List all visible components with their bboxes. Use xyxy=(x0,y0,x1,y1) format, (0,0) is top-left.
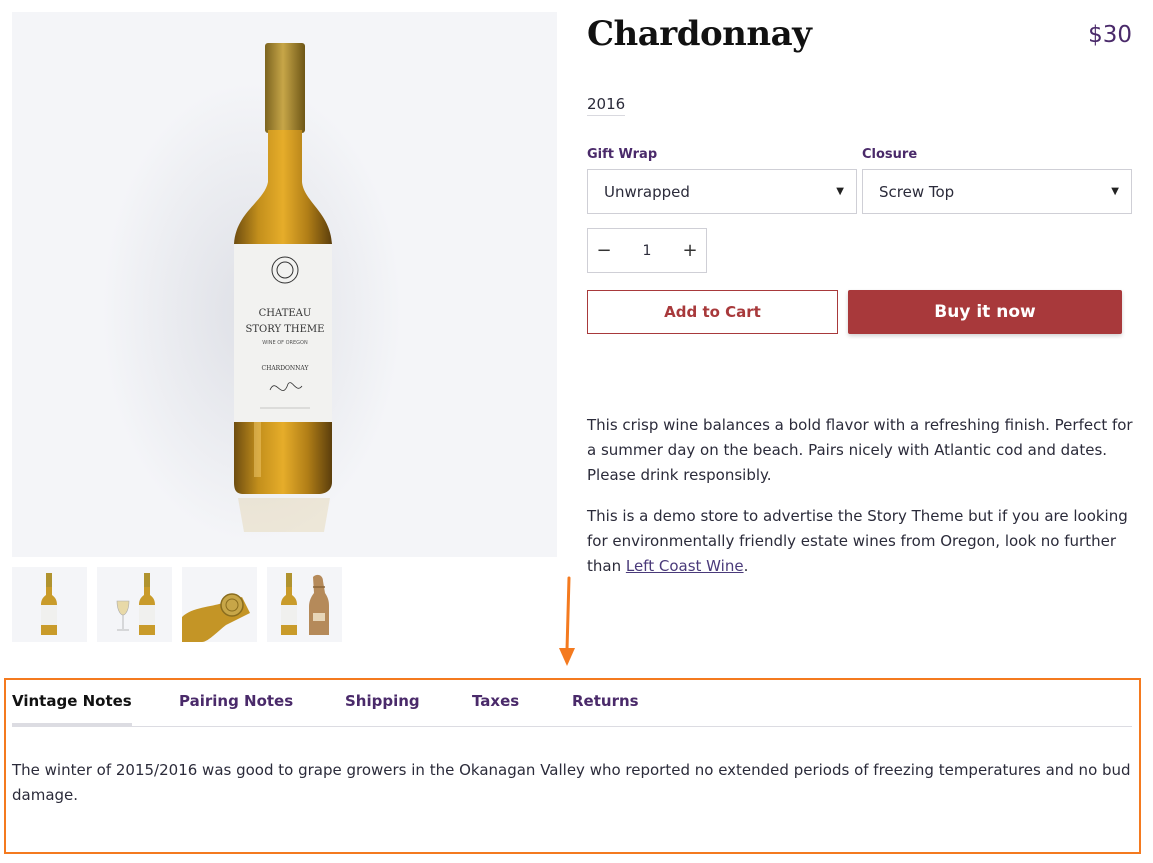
tab-pairing-notes[interactable]: Pairing Notes xyxy=(179,692,293,710)
thumbnail-bottle-with-wrap[interactable] xyxy=(267,567,342,642)
thumbnail-strip xyxy=(12,567,342,642)
gift-wrap-label: Gift Wrap xyxy=(587,147,658,162)
product-title: Chardonnay xyxy=(587,14,812,54)
buy-now-button[interactable]: Buy it now xyxy=(848,290,1122,334)
closure-value: Screw Top xyxy=(879,182,955,201)
bottle-top-thumbnail-icon xyxy=(182,593,250,642)
product-main-image[interactable]: CHATEAU STORY THEME WINE OF OREGON CHARD… xyxy=(12,12,557,557)
chevron-down-icon: ▼ xyxy=(1111,186,1119,197)
tab-returns[interactable]: Returns xyxy=(572,692,639,710)
minus-button[interactable]: − xyxy=(588,229,620,272)
tab-shipping[interactable]: Shipping xyxy=(345,692,420,710)
product-tabs: Vintage Notes Pairing Notes Shipping Tax… xyxy=(12,688,1132,727)
bottle-label-line3: WINE OF OREGON xyxy=(262,340,308,346)
bottle-glass-thumbnail-icon xyxy=(116,573,155,635)
gift-wrap-select[interactable]: Unwrapped ▼ xyxy=(587,169,857,214)
bottle-thumbnail-icon xyxy=(41,573,57,635)
annotation-arrow-icon xyxy=(559,576,575,666)
product-price: $30 xyxy=(1088,22,1132,48)
thumbnail-bottle-top[interactable] xyxy=(182,567,257,642)
quantity-input[interactable]: 1 xyxy=(620,229,674,272)
bottle-wrap-thumbnail-icon xyxy=(281,573,329,635)
description-paragraph-2: This is a demo store to advertise the St… xyxy=(587,504,1135,579)
quantity-stepper: − 1 + xyxy=(587,228,707,273)
tab-panel-text: The winter of 2015/2016 was good to grap… xyxy=(12,761,1131,804)
closure-select[interactable]: Screw Top ▼ xyxy=(862,169,1132,214)
thumbnail-bottle-with-glass[interactable] xyxy=(97,567,172,642)
tab-vintage-notes[interactable]: Vintage Notes xyxy=(12,692,132,710)
description-paragraph-1: This crisp wine balances a bold flavor w… xyxy=(587,416,1133,484)
description-period: . xyxy=(743,557,749,575)
add-to-cart-button[interactable]: Add to Cart xyxy=(587,290,838,334)
closure-label: Closure xyxy=(862,147,918,162)
chevron-down-icon: ▼ xyxy=(836,186,844,197)
left-coast-wine-link[interactable]: Left Coast Wine xyxy=(626,557,744,575)
gift-wrap-value: Unwrapped xyxy=(604,182,690,201)
plus-button[interactable]: + xyxy=(674,229,706,272)
thumbnail-bottle-front[interactable] xyxy=(12,567,87,642)
product-vintage: 2016 xyxy=(587,95,626,116)
wine-bottle-image: CHATEAU STORY THEME WINE OF OREGON CHARD… xyxy=(102,43,402,542)
bottle-label-varietal: CHARDONNAY xyxy=(262,365,310,372)
bottle-label-line1: CHATEAU xyxy=(259,308,312,319)
tab-taxes[interactable]: Taxes xyxy=(472,692,519,710)
active-tab-indicator xyxy=(12,723,132,726)
bottle-label-line2: STORY THEME xyxy=(246,324,325,335)
